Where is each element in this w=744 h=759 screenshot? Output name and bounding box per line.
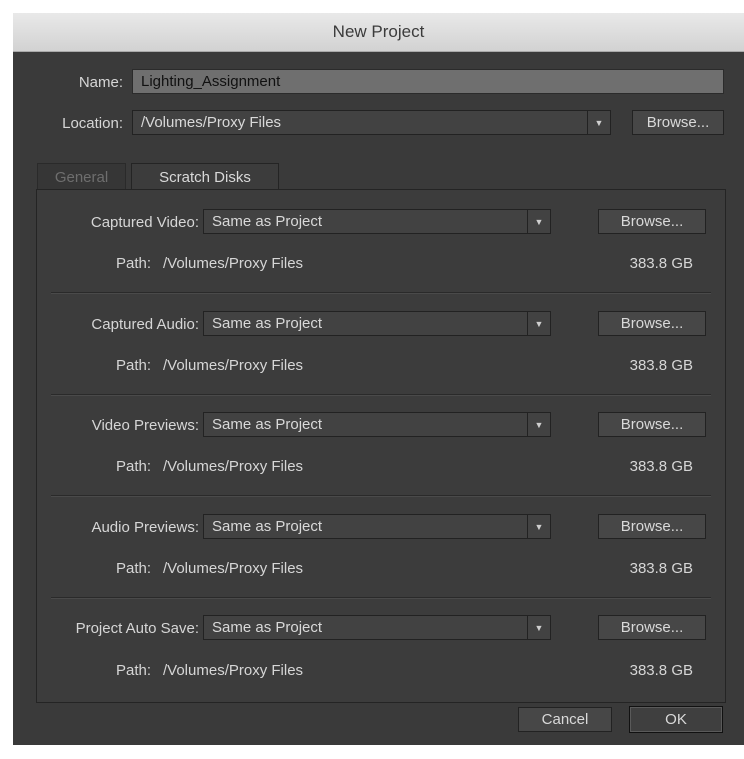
project-auto-save-size: 383.8 GB xyxy=(629,662,693,679)
video-previews-label: Video Previews: xyxy=(91,417,199,434)
name-input-value: Lighting_Assignment xyxy=(141,73,281,90)
location-label: Location: xyxy=(62,115,123,132)
audio-previews-dropdown[interactable]: Same as Project ▼ xyxy=(203,514,551,539)
video-previews-dropdown[interactable]: Same as Project ▼ xyxy=(203,412,551,437)
captured-video-value: Same as Project xyxy=(212,213,323,230)
captured-video-label: Captured Video: xyxy=(90,214,199,231)
captured-audio-browse-button[interactable]: Browse... xyxy=(598,311,706,336)
chevron-down-icon: ▼ xyxy=(527,616,550,639)
ok-button[interactable]: OK xyxy=(629,706,723,733)
captured-video-browse-button[interactable]: Browse... xyxy=(598,209,706,234)
new-project-dialog: New Project Name: Lighting_Assignment Lo… xyxy=(13,13,744,745)
captured-video-path: /Volumes/Proxy Files xyxy=(163,255,304,272)
video-previews-value: Same as Project xyxy=(212,416,323,433)
chevron-down-icon: ▼ xyxy=(527,210,550,233)
video-previews-browse-button[interactable]: Browse... xyxy=(598,412,706,437)
captured-video-size: 383.8 GB xyxy=(629,255,693,272)
audio-previews-size: 383.8 GB xyxy=(629,560,693,577)
captured-audio-value: Same as Project xyxy=(212,315,323,332)
title-bar: New Project xyxy=(13,13,744,52)
video-previews-path: /Volumes/Proxy Files xyxy=(163,458,304,475)
project-auto-save-path: /Volumes/Proxy Files xyxy=(163,662,304,679)
captured-video-dropdown[interactable]: Same as Project ▼ xyxy=(203,209,551,234)
location-dropdown[interactable]: /Volumes/Proxy Files ▼ xyxy=(132,110,611,135)
captured-video-path-label: Path: xyxy=(115,255,151,272)
project-auto-save-path-label: Path: xyxy=(115,662,151,679)
project-auto-save-label: Project Auto Save: xyxy=(75,620,199,637)
scratch-disks-panel: Captured Video: Same as Project ▼ Browse… xyxy=(36,189,726,703)
chevron-down-icon: ▼ xyxy=(527,312,550,335)
project-auto-save-browse-button[interactable]: Browse... xyxy=(598,615,706,640)
audio-previews-label: Audio Previews: xyxy=(91,519,199,536)
location-value: /Volumes/Proxy Files xyxy=(141,114,282,131)
captured-audio-label: Captured Audio: xyxy=(91,316,199,333)
section-divider xyxy=(51,597,711,599)
section-divider xyxy=(51,394,711,396)
audio-previews-browse-button[interactable]: Browse... xyxy=(598,514,706,539)
audio-previews-path-label: Path: xyxy=(115,560,151,577)
section-divider xyxy=(51,495,711,497)
audio-previews-value: Same as Project xyxy=(212,518,323,535)
chevron-down-icon: ▼ xyxy=(527,413,550,436)
cancel-button[interactable]: Cancel xyxy=(518,707,612,732)
chevron-down-icon: ▼ xyxy=(587,111,610,134)
dialog-title: New Project xyxy=(332,22,425,41)
location-browse-button[interactable]: Browse... xyxy=(632,110,724,135)
project-auto-save-value: Same as Project xyxy=(212,619,323,636)
project-auto-save-dropdown[interactable]: Same as Project ▼ xyxy=(203,615,551,640)
captured-audio-path-label: Path: xyxy=(115,357,151,374)
name-label: Name: xyxy=(78,74,123,91)
name-input[interactable]: Lighting_Assignment xyxy=(132,69,724,94)
tab-general[interactable]: General xyxy=(37,163,126,190)
section-divider xyxy=(51,292,711,294)
tab-scratch-disks[interactable]: Scratch Disks xyxy=(131,163,279,190)
captured-audio-size: 383.8 GB xyxy=(629,357,693,374)
audio-previews-path: /Volumes/Proxy Files xyxy=(163,560,304,577)
chevron-down-icon: ▼ xyxy=(527,515,550,538)
video-previews-path-label: Path: xyxy=(115,458,151,475)
captured-audio-dropdown[interactable]: Same as Project ▼ xyxy=(203,311,551,336)
captured-audio-path: /Volumes/Proxy Files xyxy=(163,357,304,374)
video-previews-size: 383.8 GB xyxy=(629,458,693,475)
